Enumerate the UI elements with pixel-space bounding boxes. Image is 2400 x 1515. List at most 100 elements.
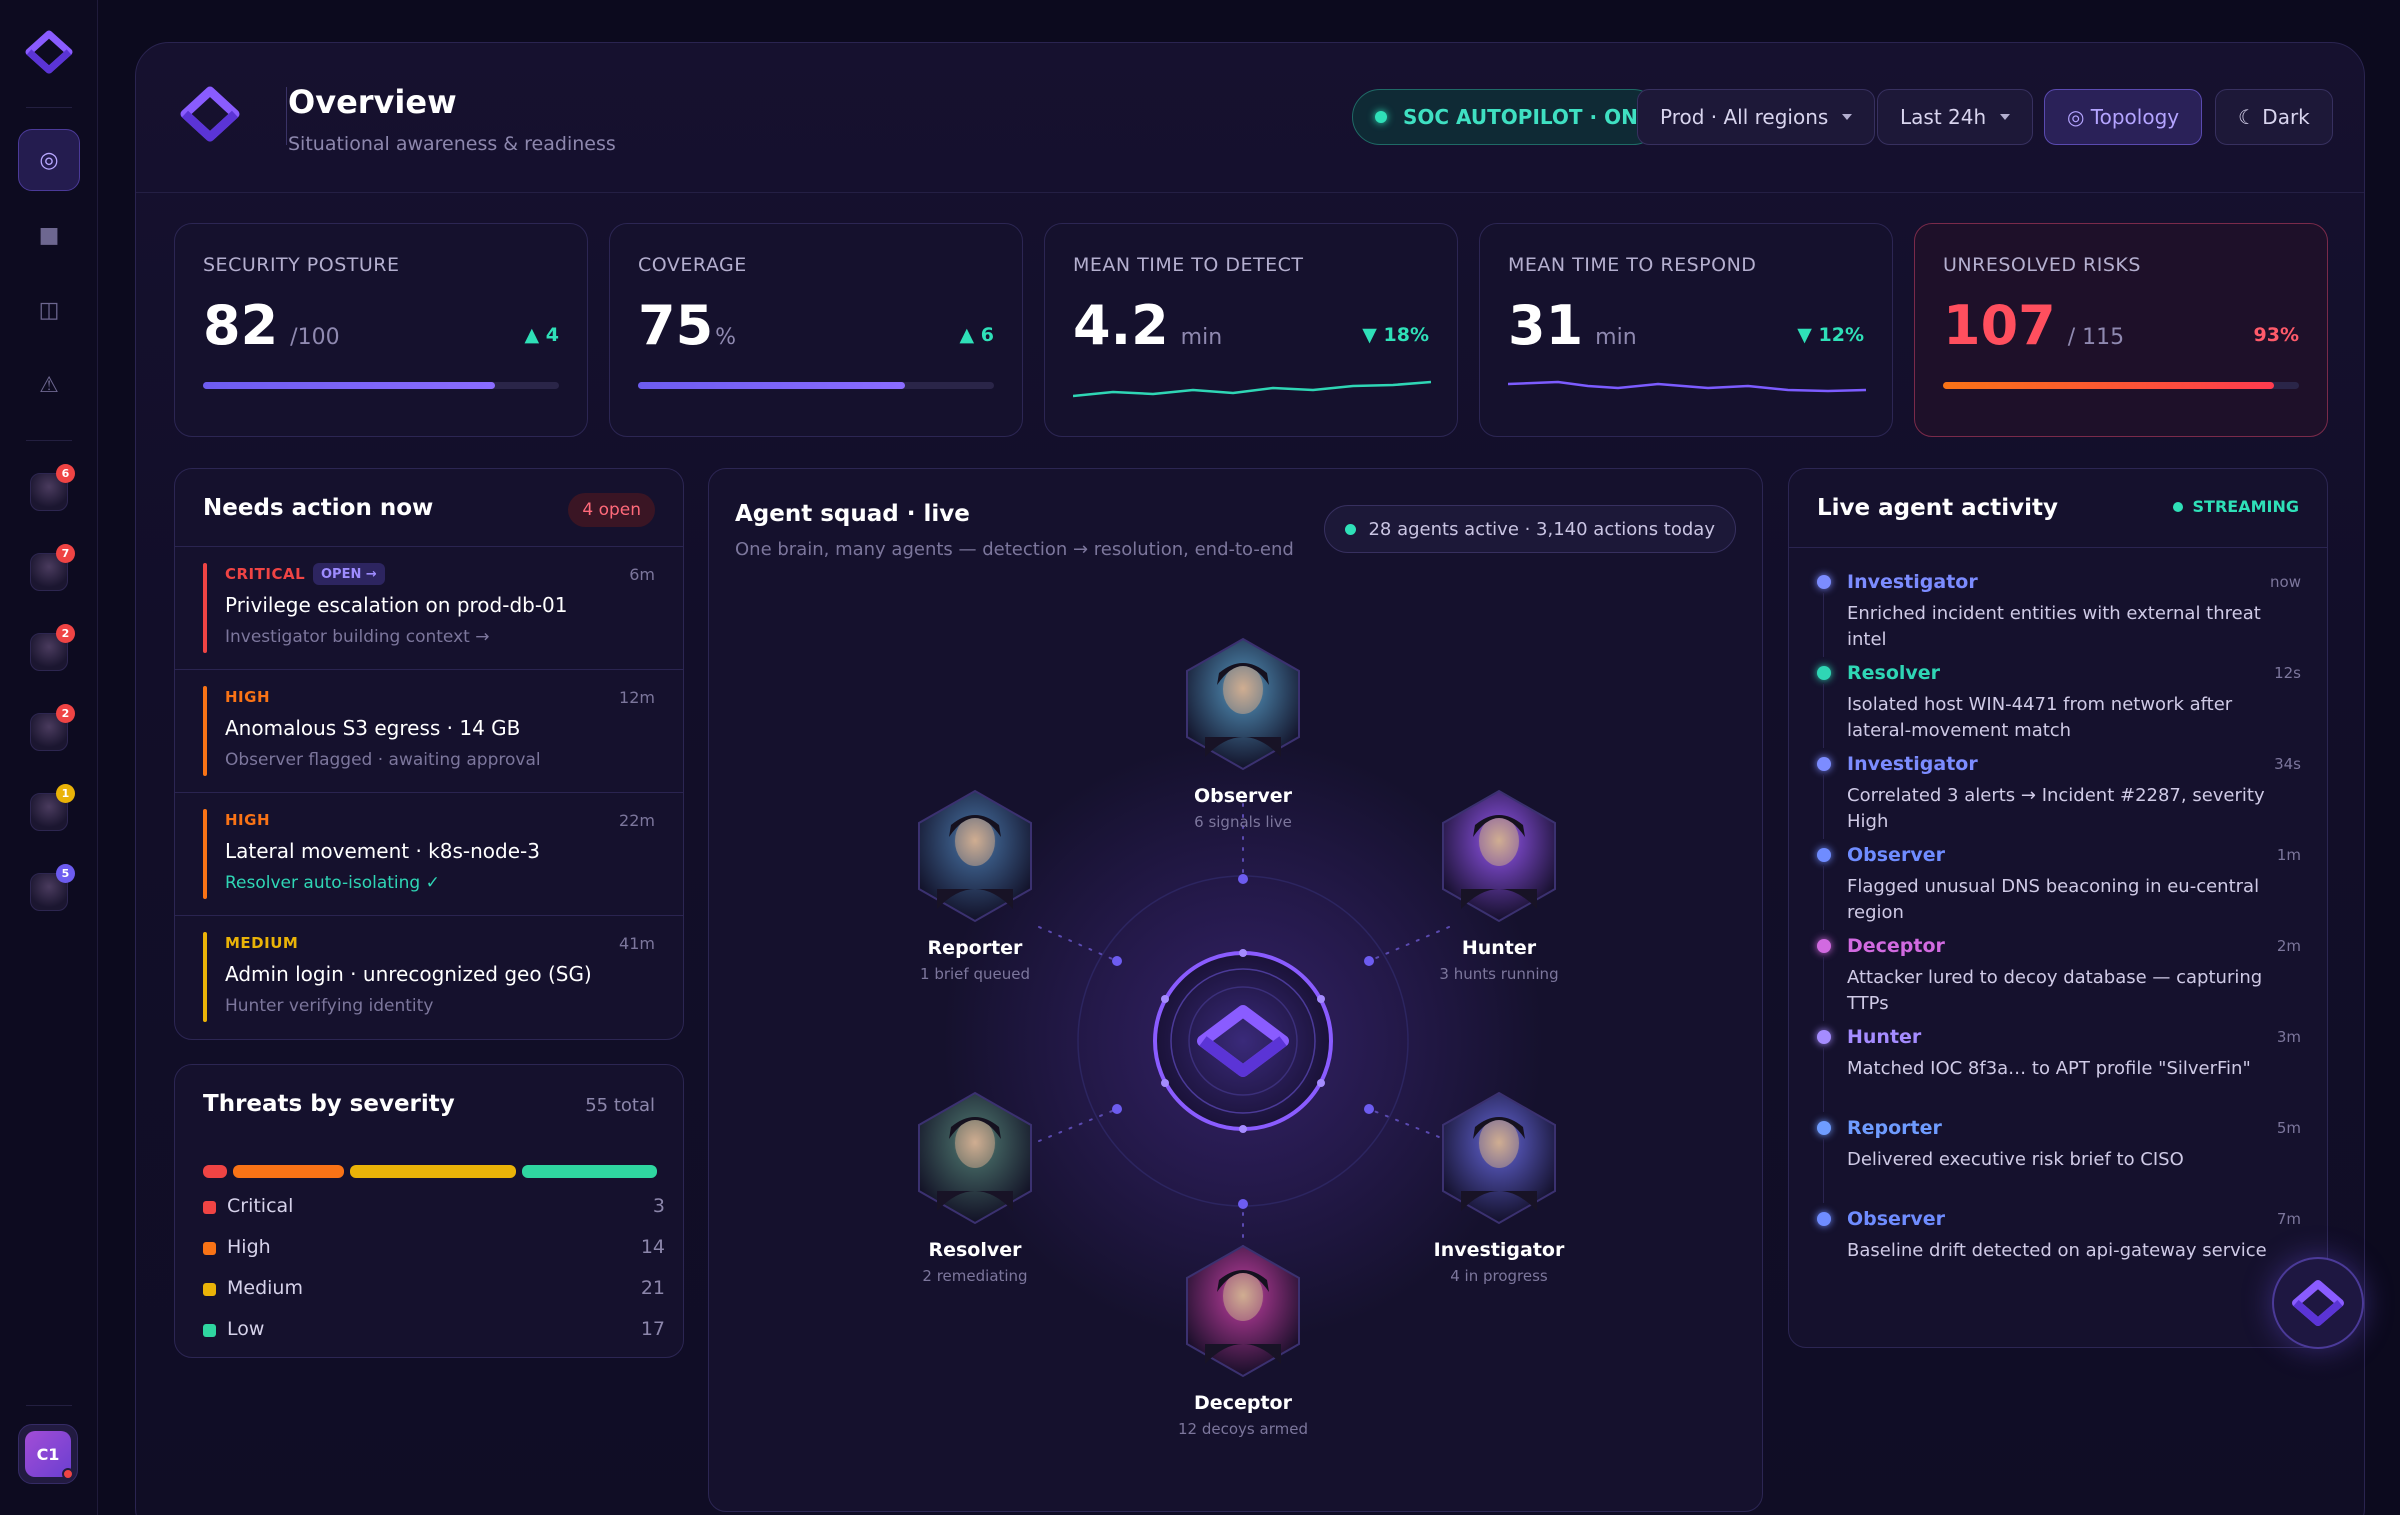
divider [286, 87, 287, 145]
activity-item[interactable]: Investigator 34s Correlated 3 alerts → Inc… [1817, 753, 2301, 843]
activity-text: Delivered executive risk brief to CISO [1847, 1149, 2184, 1170]
activity-item[interactable]: Deceptor 2m Attacker lured to decoy databa… [1817, 935, 2301, 1025]
activity-agent: Resolver [1847, 662, 1941, 684]
legend-count: 21 [640, 1277, 665, 1299]
link-node [1238, 874, 1248, 884]
user-avatar[interactable]: C1 [18, 1424, 78, 1484]
open-button[interactable]: OPEN → [313, 563, 385, 585]
kpi-number: 82 [203, 294, 279, 357]
activity-item[interactable]: Investigator now Enriched incident entitie… [1817, 571, 2301, 661]
kpi-delta: ▲ 6 [959, 324, 994, 346]
progress-track [203, 382, 559, 389]
theme-toggle[interactable]: ☾ Dark [2215, 89, 2333, 145]
region-select[interactable]: Prod · All regions [1637, 89, 1876, 145]
sidebar-agent-avatar[interactable]: 5 [30, 864, 75, 911]
sparkline [1073, 380, 1431, 398]
agent-resolver[interactable]: Resolver 2 remediating [875, 1091, 1075, 1285]
severity-label: CRITICAL [225, 565, 306, 583]
core-node [1239, 949, 1247, 957]
severity-bar-segment [232, 1165, 344, 1178]
activity-text: Enriched incident entities with external… [1847, 603, 2261, 650]
notification-badge: 5 [56, 864, 75, 883]
sparkline-path [1508, 380, 1866, 393]
kpi-delta: ▼ 12% [1797, 324, 1864, 346]
kpi-delta: ▼ 18% [1362, 324, 1429, 346]
agent-hunter[interactable]: Hunter 3 hunts running [1399, 789, 1599, 983]
kpi-card[interactable]: MEAN TIME TO RESPOND 31 min ▼ 12% [1479, 223, 1893, 437]
activity-item[interactable]: Resolver 12s Isolated host WIN-4471 from n… [1817, 662, 2301, 752]
panel-title: Needs action now [203, 495, 434, 521]
incident-row[interactable]: HIGH 22m Lateral movement · k8s-node-3 Reso… [175, 792, 683, 915]
sidebar-nav-warning[interactable]: ⚠ [18, 354, 80, 416]
incident-note: Hunter verifying identity [225, 996, 434, 1016]
activity-item[interactable]: Observer 7m Baseline drift detected on api… [1817, 1208, 2301, 1298]
activity-agent: Investigator [1847, 753, 1978, 775]
topology-button[interactable]: ◎ Topology [2044, 89, 2203, 145]
incident-row[interactable]: CRITICAL OPEN → 6m Privilege escalation on … [175, 546, 683, 669]
kpi-card[interactable]: COVERAGE 75% ▲ 6 [609, 223, 1023, 437]
panel-title: Live agent activity [1817, 495, 2058, 521]
activity-item[interactable]: Hunter 3m Matched IOC 8f3a… to APT profile… [1817, 1026, 2301, 1116]
sparkline-path [1073, 380, 1431, 398]
activity-dot [1817, 666, 1831, 680]
kpi-unit: % [715, 325, 737, 350]
autopilot-toggle[interactable]: SOC AUTOPILOT · ON [1352, 89, 1661, 145]
activity-item[interactable]: Reporter 5m Delivered executive risk brief… [1817, 1117, 2301, 1207]
kpi-card[interactable]: MEAN TIME TO DETECT 4.2 min ▼ 18% [1044, 223, 1458, 437]
link-node [1238, 1199, 1248, 1209]
sidebar-nav-columns[interactable]: ◫ [18, 279, 80, 341]
sidebar-agent-avatar[interactable]: 6 [30, 464, 75, 511]
activity-dot [1817, 1030, 1831, 1044]
agent-meta: 4 in progress [1450, 1267, 1548, 1285]
activity-text: Flagged unusual DNS beaconing in eu-cent… [1847, 876, 2260, 923]
kpi-unit: min [1180, 325, 1223, 350]
kpi-card[interactable]: UNRESOLVED RISKS 107 / 115 93% [1914, 223, 2328, 437]
legend-count: 14 [640, 1236, 665, 1258]
kpi-label: MEAN TIME TO RESPOND [1508, 254, 1757, 276]
severity-strip [203, 563, 207, 653]
range-select[interactable]: Last 24h [1877, 89, 2034, 145]
progress-fill [203, 382, 495, 389]
status-dot [62, 1468, 74, 1480]
header: Overview Situational awareness & readine… [136, 43, 2364, 193]
needs-action-panel: Needs action now 4 open CRITICAL OPEN → 6m… [174, 468, 684, 1040]
notification-badge: 6 [56, 464, 75, 483]
activity-item[interactable]: Observer 1m Flagged unusual DNS beaconing … [1817, 844, 2301, 934]
agent-name: Hunter [1461, 937, 1537, 959]
agent-deceptor[interactable]: Deceptor 12 decoys armed [1143, 1244, 1343, 1438]
assistant-button[interactable] [2272, 1257, 2364, 1349]
severity-label: MEDIUM [225, 934, 299, 952]
sidebar-agent-avatar[interactable]: 2 [30, 704, 75, 751]
sidebar-agent-avatar[interactable]: 1 [30, 784, 75, 831]
agent-meta: 2 remediating [922, 1267, 1028, 1285]
agent-reporter[interactable]: Reporter 1 brief queued [875, 789, 1075, 983]
agent-observer[interactable]: Observer 6 signals live [1143, 637, 1343, 831]
activity-dot [1817, 1121, 1831, 1135]
sidebar-nav-square[interactable]: ■ [18, 204, 80, 266]
activity-dot [1817, 939, 1831, 953]
kpi-card[interactable]: SECURITY POSTURE 82/100 ▲ 4 [174, 223, 588, 437]
activity-time: 34s [2274, 755, 2301, 773]
kpi-delta: 93% [2253, 324, 2299, 346]
activity-text: Attacker lured to decoy database — captu… [1847, 967, 2263, 1014]
kpi-number: 107 [1943, 294, 2056, 357]
sidebar-agent-avatar[interactable]: 7 [30, 544, 75, 591]
streaming-label: STREAMING [2192, 497, 2299, 516]
divider [1789, 547, 2327, 548]
severity-bar-segment [349, 1165, 517, 1178]
activity-text: Correlated 3 alerts → Incident #2287, se… [1847, 785, 2265, 832]
incident-row[interactable]: MEDIUM 41m Admin login · unrecognized geo … [175, 915, 683, 1038]
sidebar-agent-avatar[interactable]: 2 [30, 624, 75, 671]
threats-total: 55 total [585, 1095, 655, 1116]
incident-row[interactable]: HIGH 12m Anomalous S3 egress · 14 GB Observ… [175, 669, 683, 792]
agent-investigator[interactable]: Investigator 4 in progress [1399, 1091, 1599, 1285]
brand-logo-icon[interactable] [25, 30, 73, 74]
agent-squad-panel: Agent squad · live One brain, many agent… [708, 468, 1763, 1512]
severity-strip [203, 932, 207, 1022]
status-dot [1375, 111, 1387, 123]
sidebar: ◎ ■ ◫ ⚠ 6 7 2 2 1 5 C1 [0, 0, 98, 1515]
agent-avatar [1442, 1091, 1556, 1225]
kpi-number: 75 [638, 294, 714, 357]
activity-agent: Observer [1847, 1208, 1945, 1230]
sidebar-nav-target[interactable]: ◎ [18, 129, 80, 191]
